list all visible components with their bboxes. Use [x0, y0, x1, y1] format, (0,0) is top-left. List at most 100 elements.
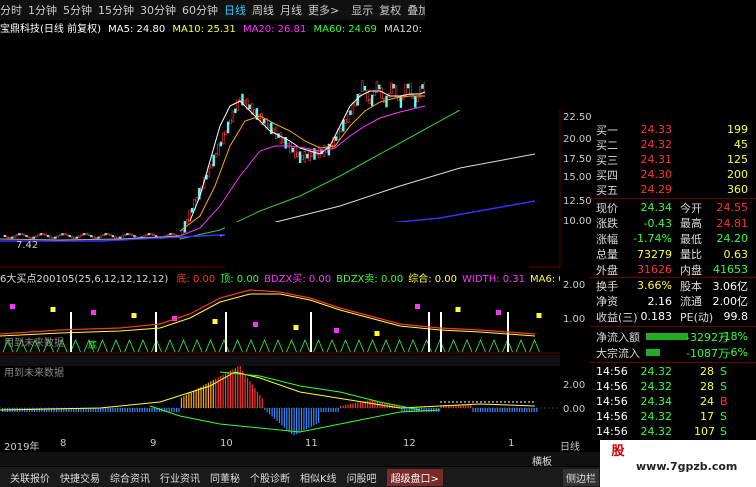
indicator2-bar: [126, 408, 129, 412]
indicator2-bar: [141, 408, 143, 412]
stat-label: 涨幅: [596, 232, 618, 246]
indicator1-triangle: [137, 338, 149, 353]
toolbar-item[interactable]: 1分钟: [28, 2, 57, 18]
indicator2-bar: [320, 408, 322, 412]
indicator2-bar: [269, 408, 271, 415]
indicator2-bar: [467, 405, 469, 408]
indicator1-subbar: [0, 355, 560, 366]
bottom-tab[interactable]: 综合资讯: [110, 470, 150, 485]
stock-name[interactable]: 宝鼎科技(日线 前复权): [0, 24, 101, 35]
indicator2-bar: [332, 408, 334, 412]
indicator2-bar: [117, 408, 119, 412]
toolbar-item[interactable]: 复权: [379, 2, 401, 18]
date-axis-label: 1: [508, 438, 515, 449]
buy-price: 24.29: [640, 183, 673, 196]
divider: [590, 326, 756, 327]
stat-label2: 内盘: [680, 263, 702, 277]
toolbar-item[interactable]: 60分钟: [182, 2, 218, 18]
toolbar-item[interactable]: 15分钟: [98, 2, 134, 18]
toolbar-item[interactable]: 日线: [224, 2, 246, 18]
indicator1-square: [455, 307, 461, 312]
indicator2-bar: [494, 408, 496, 412]
indicator2-bar: [526, 408, 528, 412]
indicator1-triangle: [326, 338, 338, 353]
bottom-tab[interactable]: 行业资讯: [160, 470, 200, 485]
indicator2-note: 用到未来数据: [4, 366, 64, 379]
toolbar-item[interactable]: 更多>: [308, 2, 339, 18]
indicator2-bar: [327, 408, 330, 412]
indicator2-bar: [514, 408, 516, 412]
period-toolbar: 分时1分钟5分钟15分钟30分钟60分钟日线周线月线更多>显示复权叠加历史: [0, 0, 430, 20]
stat2-label2: 流通: [680, 295, 702, 308]
indicator1-value: BDZX买: 0.00: [264, 274, 332, 284]
indicator2-chart[interactable]: 用到未来数据: [0, 366, 560, 438]
indicator2-bar: [428, 408, 430, 412]
stat2-value: 0.183: [640, 310, 673, 323]
indicator2-bar: [313, 408, 315, 426]
ma5-value: MA5: 24.80: [108, 24, 166, 35]
toolbar-item[interactable]: 周线: [252, 2, 274, 18]
candle: [82, 233, 86, 236]
indicator2-bar: [168, 408, 170, 412]
sidebar-toggle[interactable]: 侧边栏: [562, 468, 599, 486]
bottom-tab[interactable]: 关联报价: [10, 470, 50, 485]
stat-label2: 今开: [680, 201, 702, 215]
bottom-tab[interactable]: 问股吧: [347, 470, 377, 485]
indicator2-bar: [239, 366, 241, 408]
candle: [298, 151, 302, 163]
indicator1-triangle: [272, 338, 284, 353]
indicator2-bar: [173, 408, 175, 412]
toolbar-item[interactable]: 5分钟: [63, 2, 92, 18]
buy-price: 24.32: [640, 138, 673, 151]
indicator2-bar: [261, 398, 263, 408]
indicator2-bar: [232, 369, 234, 408]
bottom-tab[interactable]: 相似K线: [300, 470, 337, 485]
indicator2-bar: [474, 408, 477, 412]
mode-toggle[interactable]: 横板: [532, 453, 552, 468]
tick-time: 14:56: [596, 395, 628, 408]
indicator1-value: 底: 0.00: [176, 274, 216, 284]
indicator2-bar: [518, 408, 521, 412]
bottom-tab[interactable]: 个股诊断: [250, 470, 290, 485]
toolbar-item[interactable]: 30分钟: [140, 2, 176, 18]
candle: [421, 84, 424, 89]
indicator1-triangle: [353, 338, 365, 353]
indicator1-title[interactable]: 6大买点200105(25,6,12,12,12,12): [0, 274, 168, 284]
candle: [133, 235, 136, 238]
indicator2-bar: [264, 408, 266, 410]
super-quote-tab[interactable]: 超级盘口>: [386, 468, 443, 486]
candle: [356, 93, 359, 106]
indicator2-bar: [357, 402, 359, 408]
toolbar-item[interactable]: 显示: [351, 2, 373, 18]
indicator2-bar: [286, 408, 288, 430]
tick-row: 14:56 24.32 17 S: [590, 409, 756, 424]
indicator1-triangle: [299, 338, 311, 353]
indicator2-bar: [190, 392, 192, 408]
candle: [54, 236, 57, 239]
bottom-tab[interactable]: 快捷交易: [60, 470, 100, 485]
indicator1-triangle: [164, 338, 176, 353]
indicator1-header: 6大买点200105(25,6,12,12,12,12) 底: 0.00 顶: 0…: [0, 270, 560, 284]
indicator1-chart[interactable]: 用到未来数据 底: [0, 284, 560, 354]
watermark-text: www.7gpzb.com: [636, 460, 738, 473]
buy-price: 24.33: [640, 123, 673, 136]
ma60-value: MA60: 24.69: [313, 24, 377, 35]
toolbar-item[interactable]: 月线: [280, 2, 302, 18]
indicator2-bar: [244, 374, 246, 408]
period-label[interactable]: 日线: [560, 438, 590, 453]
toolbar-item[interactable]: 分时: [0, 2, 22, 18]
indicator1-triangle: [286, 338, 297, 353]
candle: [104, 233, 107, 236]
bottom-tab[interactable]: 同董秘: [210, 470, 240, 485]
buy-price: 24.31: [640, 153, 673, 166]
date-axis-label: 9: [150, 438, 157, 449]
redacted-area-top-right: [425, 0, 756, 110]
indicator1-square: [415, 304, 420, 309]
chart-scrollbar[interactable]: 横板: [0, 452, 600, 468]
indicator2-bar: [38, 408, 40, 412]
indicator2-bar: [251, 384, 254, 408]
indicator1-triangle: [407, 338, 419, 353]
indicator1-triangle: [110, 338, 122, 353]
indicator1-square: [496, 310, 501, 315]
candle: [406, 83, 410, 89]
